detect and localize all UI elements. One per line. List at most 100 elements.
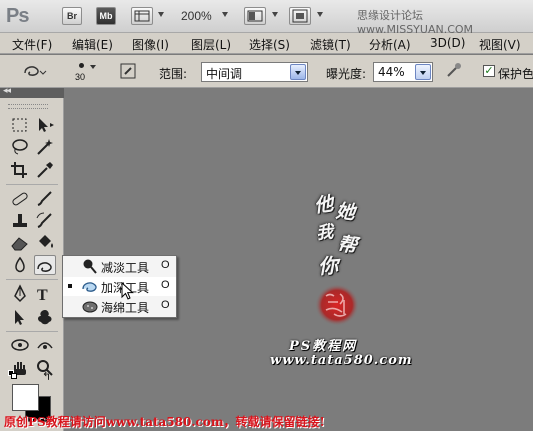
path-selection-tool[interactable] xyxy=(9,307,31,327)
flyout-item-burn[interactable]: 加深工具 O xyxy=(63,277,176,296)
site-url: www.tata580.com xyxy=(270,353,413,368)
chevron-down-icon xyxy=(290,64,306,80)
range-select-value: 中间调 xyxy=(206,67,243,81)
clone-stamp-tool[interactable] xyxy=(9,210,31,230)
flyout-item-shortcut: O xyxy=(161,299,170,311)
marquee-tool[interactable] xyxy=(9,115,31,135)
artwork-char: 他 xyxy=(312,192,335,218)
selected-bullet-icon xyxy=(68,284,72,288)
protect-tones-checkbox[interactable]: ✓ xyxy=(483,65,495,77)
divider xyxy=(6,279,58,280)
flyout-item-sponge[interactable]: 海绵工具 O xyxy=(63,297,176,316)
flyout-item-label: 减淡工具 xyxy=(101,261,150,275)
menu-analysis[interactable]: 分析(A) xyxy=(369,36,411,53)
custom-shape-tool[interactable] xyxy=(34,307,56,327)
lasso-tool[interactable] xyxy=(9,137,31,157)
application-bar: Ps Br Mb 200% 思缘设计论坛 www.MISSYUAN.COM xyxy=(0,0,533,36)
brush-icon xyxy=(37,191,52,206)
flyout-item-shortcut: O xyxy=(161,279,170,291)
history-brush-tool[interactable] xyxy=(34,210,56,230)
menu-image[interactable]: 图像(I) xyxy=(132,36,169,53)
3d-rotate-icon xyxy=(11,339,29,351)
3d-rotate-tool[interactable] xyxy=(9,335,31,355)
artwork-char: 她 xyxy=(334,200,356,224)
arrange-documents-button[interactable] xyxy=(244,7,266,25)
menu-edit[interactable]: 编辑(E) xyxy=(72,36,113,53)
default-colors-icon[interactable] xyxy=(8,370,18,380)
stamp-icon xyxy=(13,214,27,227)
photoshop-logo: Ps xyxy=(6,5,29,27)
divider xyxy=(6,184,58,185)
brush-tool[interactable] xyxy=(34,188,56,208)
foreground-color-swatch[interactable] xyxy=(12,384,39,411)
layout-icon xyxy=(247,10,263,22)
paint-bucket-tool[interactable] xyxy=(34,232,56,252)
crop-tool[interactable] xyxy=(9,160,31,180)
brush-panel-button[interactable] xyxy=(118,61,140,81)
zoom-level[interactable]: 200% xyxy=(181,9,212,23)
menu-bar: 文件(F) 编辑(E) 图像(I) 图层(L) 选择(S) 滤镜(T) 分析(A… xyxy=(0,33,533,54)
chevron-down-icon xyxy=(90,65,96,69)
history-brush-icon xyxy=(36,212,52,228)
burn-tool[interactable] xyxy=(34,255,56,275)
bridge-button[interactable]: Br xyxy=(62,7,82,25)
crop-icon xyxy=(11,162,27,178)
chevron-down-icon[interactable] xyxy=(317,12,323,17)
3d-orbit-tool[interactable] xyxy=(34,335,56,355)
flyout-item-shortcut: O xyxy=(161,259,170,271)
svg-text:T: T xyxy=(37,287,48,304)
menu-select[interactable]: 选择(S) xyxy=(249,36,290,53)
airbrush-button[interactable] xyxy=(443,61,465,81)
protect-tones-label: 保护色 xyxy=(498,67,533,81)
type-tool[interactable]: T xyxy=(34,284,56,304)
range-label: 范围: xyxy=(159,67,188,81)
screen-mode-icon xyxy=(292,9,308,23)
artwork-char: 帮 xyxy=(336,232,359,258)
blur-tool[interactable] xyxy=(9,255,31,275)
swap-colors-icon[interactable]: ↰ xyxy=(42,370,51,383)
chevron-right-icon[interactable] xyxy=(415,64,431,80)
burn-icon xyxy=(37,262,52,272)
chevron-down-icon[interactable] xyxy=(222,12,228,17)
artwork-char: 你 xyxy=(317,253,339,279)
brush-tip-icon xyxy=(79,63,84,68)
chevron-down-icon[interactable] xyxy=(158,12,164,17)
chevron-down-icon[interactable] xyxy=(272,12,278,17)
brush-preset-picker[interactable]: 30 xyxy=(66,57,102,87)
magic-wand-tool[interactable] xyxy=(34,137,56,157)
menu-file[interactable]: 文件(F) xyxy=(12,36,52,53)
move-tool[interactable] xyxy=(34,115,56,135)
watermark-site-text: 思缘设计论坛 www.MISSYUAN.COM xyxy=(357,9,474,36)
toning-tools-flyout: 减淡工具 O 加深工具 O 海绵工具 O xyxy=(62,255,177,318)
menu-filter[interactable]: 滤镜(T) xyxy=(310,36,351,53)
view-extras-button[interactable] xyxy=(131,7,153,25)
exposure-input[interactable]: 44% xyxy=(373,62,433,82)
eyedropper-icon xyxy=(37,162,53,178)
footer-watermark-banner: 原创PS教程请访问www.tata580.com，转载请保留链接! xyxy=(4,415,325,429)
move-icon xyxy=(39,118,54,132)
tools-panel: ◂◂ T ↰ xyxy=(0,86,64,431)
red-seal-stamp xyxy=(315,284,359,326)
eyedropper-tool[interactable] xyxy=(34,160,56,180)
type-icon: T xyxy=(37,287,48,304)
magic-wand-icon xyxy=(37,139,53,155)
eraser-tool[interactable] xyxy=(9,232,31,252)
panel-grip[interactable] xyxy=(8,104,48,109)
spot-healing-tool[interactable] xyxy=(9,188,31,208)
tools-panel-header[interactable]: ◂◂ xyxy=(0,86,64,98)
collapse-icon: ◂◂ xyxy=(3,86,11,96)
3d-orbit-icon xyxy=(37,342,53,349)
tool-preset-picker[interactable] xyxy=(22,61,47,81)
menu-layer[interactable]: 图层(L) xyxy=(191,36,231,53)
menu-view[interactable]: 视图(V) xyxy=(479,36,521,53)
range-select[interactable]: 中间调 xyxy=(201,62,308,82)
flyout-item-dodge[interactable]: 减淡工具 O xyxy=(63,257,176,276)
menu-3d[interactable]: 3D(D) xyxy=(430,36,465,50)
burn-icon xyxy=(24,66,47,76)
shape-icon xyxy=(38,310,52,325)
dodge-icon xyxy=(83,259,97,274)
pen-tool[interactable] xyxy=(9,284,31,304)
exposure-value: 44% xyxy=(378,65,405,79)
screen-mode-button[interactable] xyxy=(289,7,311,25)
minibridge-button[interactable]: Mb xyxy=(96,7,116,25)
